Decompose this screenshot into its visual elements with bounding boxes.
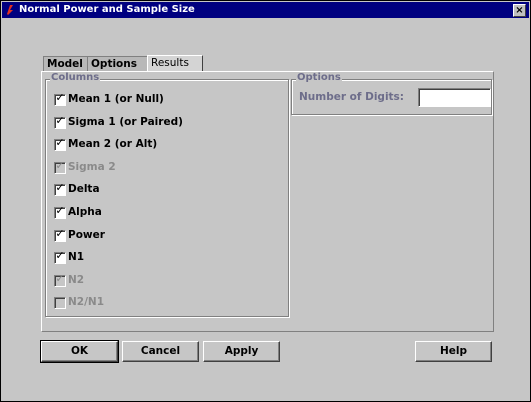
close-icon[interactable]: × xyxy=(513,4,526,17)
check-icon: ✓ xyxy=(55,227,65,240)
check-icon: ✓ xyxy=(55,136,65,149)
window-title: Normal Power and Sample Size xyxy=(19,4,195,15)
checkbox[interactable]: ✓ xyxy=(54,227,66,242)
app-icon xyxy=(7,5,13,15)
checkbox-label: Delta xyxy=(68,183,100,195)
check-icon: ✓ xyxy=(55,181,65,194)
help-button[interactable]: Help xyxy=(415,341,492,362)
checkbox-label: Mean 2 (or Alt) xyxy=(68,138,158,150)
apply-button[interactable]: Apply xyxy=(203,341,280,362)
check-icon: ✓ xyxy=(55,114,65,127)
check-icon: ✓ xyxy=(55,159,65,172)
columns-legend: Columns xyxy=(50,72,101,83)
checkbox: ✓ xyxy=(54,159,66,174)
checkbox-label: Power xyxy=(68,229,105,241)
columns-group: Columns ✓ Mean 1 (or Null) ✓ Sigma 1 (or Pa… xyxy=(45,72,289,317)
title-bar[interactable]: Normal Power and Sample Size × xyxy=(2,2,529,18)
tab-options[interactable]: Options xyxy=(87,56,149,72)
checkbox[interactable]: ✓ xyxy=(54,136,66,151)
checkbox-label: N2/N1 xyxy=(68,296,105,308)
checkbox: ✓ xyxy=(54,272,66,287)
checkbox xyxy=(54,297,66,309)
checkbox-label: N2 xyxy=(68,274,85,286)
tab-model[interactable]: Model xyxy=(43,56,88,72)
options-legend: Options xyxy=(296,72,342,83)
number-of-digits-input[interactable] xyxy=(418,88,491,107)
ok-button[interactable]: OK xyxy=(40,340,119,363)
options-group: Options Number of Digits: xyxy=(291,72,492,115)
results-panel: Columns ✓ Mean 1 (or Null) ✓ Sigma 1 (or Pa… xyxy=(41,71,494,332)
number-of-digits-label: Number of Digits: xyxy=(299,91,405,103)
check-icon: ✓ xyxy=(55,91,65,104)
dialog-window: Normal Power and Sample Size × Model Opt… xyxy=(0,0,531,402)
checkbox-label: Alpha xyxy=(68,206,102,218)
checkbox-label: Mean 1 (or Null) xyxy=(68,93,164,105)
checkbox-label: Sigma 2 xyxy=(68,161,116,173)
checkbox[interactable]: ✓ xyxy=(54,91,66,106)
cancel-button[interactable]: Cancel xyxy=(122,341,199,362)
checkbox[interactable]: ✓ xyxy=(54,114,66,129)
checkbox-label: Sigma 1 (or Paired) xyxy=(68,116,183,128)
check-icon: ✓ xyxy=(55,249,65,262)
checkbox[interactable]: ✓ xyxy=(54,204,66,219)
checkbox[interactable]: ✓ xyxy=(54,181,66,196)
check-icon: ✓ xyxy=(55,204,65,217)
checkbox-label: N1 xyxy=(68,251,85,263)
check-icon: ✓ xyxy=(55,272,65,285)
checkbox[interactable]: ✓ xyxy=(54,249,66,264)
